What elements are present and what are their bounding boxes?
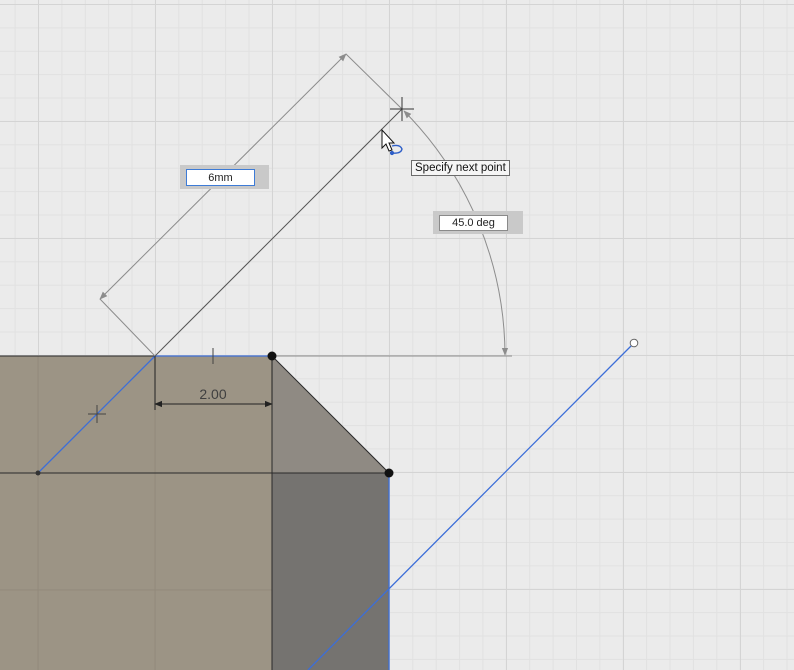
body-side-face[interactable] — [272, 473, 389, 670]
length-dimension[interactable] — [99, 53, 403, 357]
angle-input[interactable] — [439, 215, 508, 231]
tooltip: Specify next point — [411, 160, 510, 176]
body-front-face[interactable] — [0, 356, 272, 670]
angle-input-box — [433, 211, 523, 234]
sketch-point[interactable] — [267, 351, 277, 361]
sketch-point-small[interactable] — [35, 470, 41, 476]
length-extension-end — [345, 53, 403, 110]
design-canvas[interactable]: 2.00 Specify next poi — [0, 0, 794, 670]
length-extension-start — [99, 298, 156, 357]
horizontal-dimension-label[interactable]: 2.00 — [199, 386, 226, 402]
sketch-point-open[interactable] — [629, 338, 639, 348]
sketch-geometry[interactable]: 2.00 — [0, 0, 794, 670]
arrow-cursor-icon — [381, 128, 396, 152]
rubber-band-line — [154, 108, 403, 357]
sketch-point[interactable] — [384, 468, 394, 478]
length-input[interactable] — [186, 169, 255, 186]
length-input-box — [180, 165, 269, 189]
